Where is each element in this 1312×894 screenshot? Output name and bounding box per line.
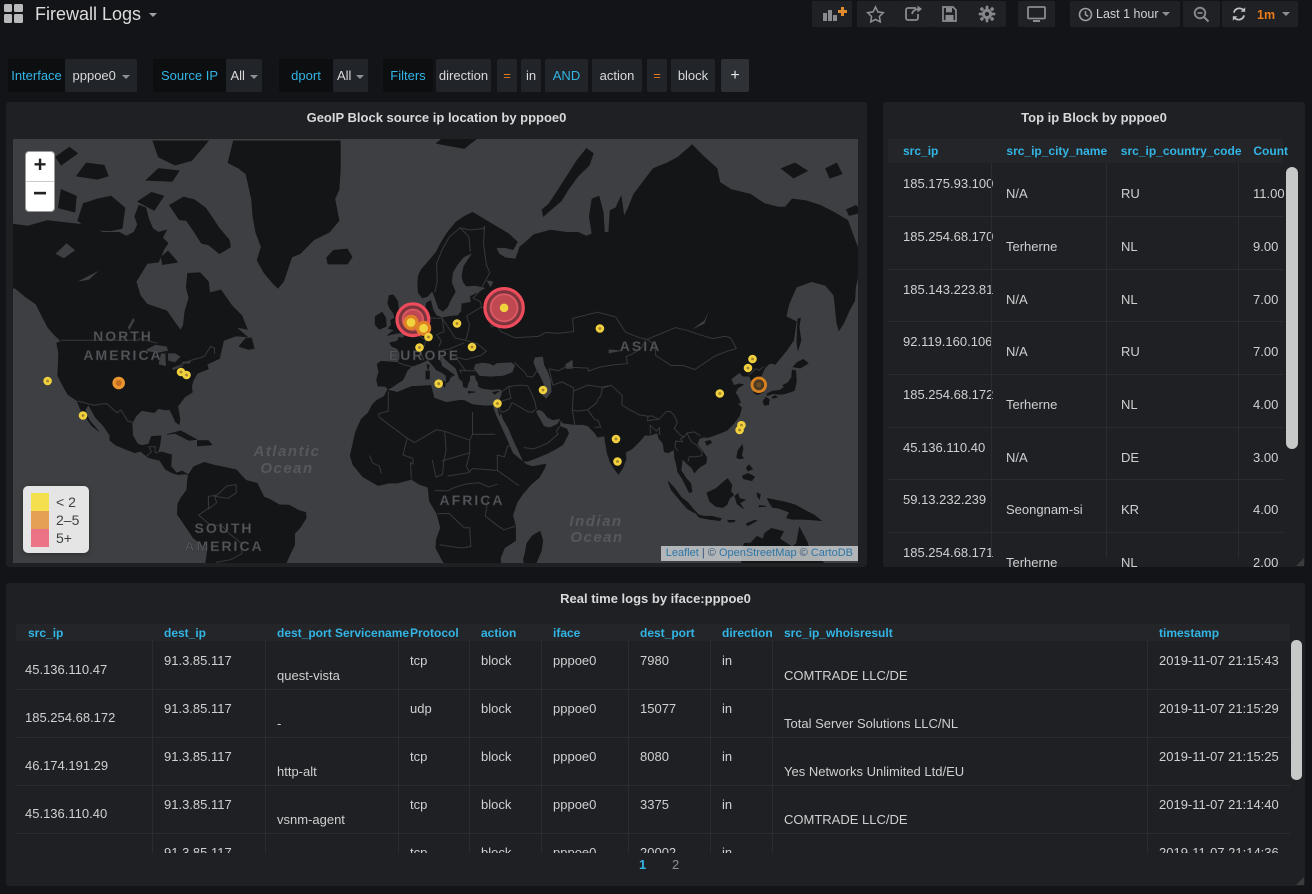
svg-text:EUROPE: EUROPE [389, 347, 460, 363]
svg-text:AMERICA: AMERICA [83, 347, 162, 363]
svg-text:Indian: Indian [569, 513, 622, 530]
svg-text:Ocean: Ocean [260, 460, 313, 477]
svg-text:Ocean: Ocean [570, 529, 623, 546]
svg-text:NORTH: NORTH [93, 328, 153, 344]
svg-text:SOUTH: SOUTH [195, 520, 254, 536]
svg-text:AMERICA: AMERICA [184, 538, 263, 554]
svg-text:AFRICA: AFRICA [440, 492, 505, 508]
svg-text:ASIA: ASIA [620, 338, 661, 354]
svg-text:Atlantic: Atlantic [252, 443, 320, 460]
